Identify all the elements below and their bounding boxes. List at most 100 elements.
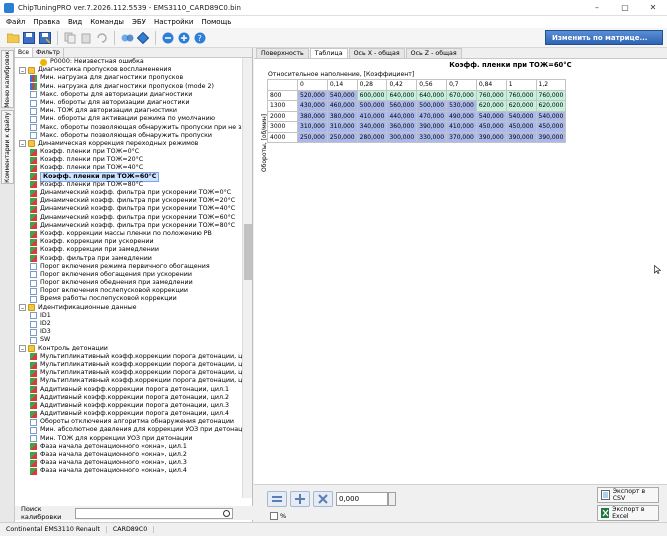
collapse-toggle-icon[interactable]: – xyxy=(19,66,26,75)
map-cell[interactable]: 380,000 xyxy=(297,110,328,122)
export-csv-button[interactable]: Экспорт в CSV xyxy=(597,487,659,503)
tree-group[interactable]: – Контроль детонации xyxy=(15,345,242,353)
map-cell[interactable]: 760,000 xyxy=(535,89,567,101)
tree-item[interactable]: Мин. абсолютное давления для коррекции У… xyxy=(15,426,242,435)
map-cell[interactable]: 540,000 xyxy=(535,110,567,122)
tree-group[interactable]: – Диагностика пропусков воспламенения xyxy=(15,66,242,75)
map-cell[interactable]: 360,000 xyxy=(386,121,418,133)
tree-item[interactable]: Динамический коэфф. фильтра при ускорени… xyxy=(15,222,242,230)
menu-commands[interactable]: Команды xyxy=(86,18,128,26)
map-cell[interactable]: 560,000 xyxy=(386,100,418,112)
tree-item[interactable]: Коэфф. коррекции при замедлении xyxy=(15,246,242,254)
map-cell[interactable]: 390,000 xyxy=(475,131,507,143)
tree-item[interactable]: Мин. нагрузка для диагностики пропусков xyxy=(15,74,242,82)
map-cell[interactable]: 330,000 xyxy=(416,131,448,143)
tree-item[interactable]: Аддитивный коэфф.коррекции порога детона… xyxy=(15,394,242,402)
collapse-toggle-icon[interactable]: – xyxy=(19,140,26,148)
map-cell[interactable]: 640,000 xyxy=(416,89,448,101)
tree-item[interactable]: P0000: Неизвестная ошибка xyxy=(15,58,242,66)
map-cell[interactable]: 600,000 xyxy=(356,89,388,101)
map-cell[interactable]: 370,000 xyxy=(446,131,477,143)
map-cell[interactable]: 380,000 xyxy=(326,110,358,122)
menu-ecu[interactable]: ЭБУ xyxy=(128,18,150,26)
map-cell[interactable]: 470,000 xyxy=(416,110,448,122)
map-cell[interactable]: 670,000 xyxy=(446,89,477,101)
map-cell[interactable]: 760,000 xyxy=(505,89,537,101)
tree-item[interactable]: Коэфф. коррекции массы пленки по положен… xyxy=(15,230,242,238)
tree-item[interactable]: Мин. обороты для авторизации диагностики xyxy=(15,99,242,107)
tree-item[interactable]: Мультипликативный коэфф.коррекции порога… xyxy=(15,353,242,361)
paste-icon[interactable] xyxy=(79,31,93,45)
tab-surface[interactable]: Поверхность xyxy=(256,48,309,58)
y-axis-header[interactable]: 4000 xyxy=(267,131,298,143)
collapse-toggle-icon[interactable]: – xyxy=(19,345,26,353)
copy-icon[interactable] xyxy=(63,31,77,45)
menu-settings[interactable]: Настройки xyxy=(150,18,198,26)
x-axis-header[interactable]: 1 xyxy=(505,79,537,91)
map-cell[interactable]: 490,000 xyxy=(446,110,477,122)
map-cell[interactable]: 430,000 xyxy=(297,100,328,112)
percent-checkbox[interactable] xyxy=(270,512,278,520)
map-cell[interactable]: 390,000 xyxy=(416,121,448,133)
map-cell[interactable]: 280,000 xyxy=(356,131,388,143)
tree-item[interactable]: Динамический коэфф. фильтра при ускорени… xyxy=(15,189,242,197)
tab-axis-z[interactable]: Ось Z - общая xyxy=(405,48,462,58)
map-cell[interactable]: 520,000 xyxy=(297,89,328,101)
maximize-button[interactable]: ▢ xyxy=(611,0,639,16)
x-axis-header[interactable]: 0 xyxy=(297,79,328,91)
collapse-toggle-icon[interactable]: – xyxy=(19,304,26,312)
map-cell[interactable]: 620,000 xyxy=(535,100,567,112)
map-cell[interactable]: 250,000 xyxy=(297,131,328,143)
search-icon[interactable] xyxy=(223,509,230,517)
map-cell[interactable]: 760,000 xyxy=(475,89,507,101)
tree-item[interactable]: Макс. обороты позволяющая обнаружить про… xyxy=(15,124,242,132)
map-cell[interactable]: 540,000 xyxy=(326,89,358,101)
menu-view[interactable]: Вид xyxy=(64,18,86,26)
checksum-icon[interactable] xyxy=(136,31,150,45)
open-folder-icon[interactable] xyxy=(6,31,20,45)
map-cell[interactable]: 390,000 xyxy=(505,131,537,143)
map-cell[interactable]: 450,000 xyxy=(505,121,537,133)
x-axis-header[interactable]: 0,56 xyxy=(416,79,448,91)
tree-item[interactable]: Мин. обороты для активации режима по умо… xyxy=(15,115,242,123)
y-axis-header[interactable]: 800 xyxy=(267,89,298,101)
compare-icon[interactable] xyxy=(120,31,134,45)
x-axis-header[interactable]: 0,28 xyxy=(356,79,388,91)
help-icon[interactable]: ? xyxy=(193,31,207,45)
map-cell[interactable]: 250,000 xyxy=(326,131,358,143)
menu-file[interactable]: Файл xyxy=(2,18,29,26)
tree-item[interactable]: Мин. нагрузка для диагностики пропусков … xyxy=(15,83,242,91)
export-excel-button[interactable]: Экспорт в Excel xyxy=(597,505,659,521)
menu-edit[interactable]: Правка xyxy=(29,18,64,26)
x-axis-header[interactable]: 0,7 xyxy=(446,79,477,91)
map-cell[interactable]: 450,000 xyxy=(475,121,507,133)
map-cell[interactable]: 540,000 xyxy=(475,110,507,122)
tree-scrollbar-thumb[interactable] xyxy=(244,224,252,280)
tree-item[interactable]: Фаза начала детонационного «окна», цил.4 xyxy=(15,467,242,475)
x-axis-header[interactable]: 0,84 xyxy=(475,79,507,91)
map-cell[interactable]: 340,000 xyxy=(356,121,388,133)
tree-item[interactable]: Время работы послепусковой коррекции xyxy=(15,295,242,304)
save-as-icon[interactable] xyxy=(38,31,52,45)
map-cell[interactable]: 500,000 xyxy=(356,100,388,112)
x-axis-header[interactable]: 1,2 xyxy=(535,79,567,91)
search-input[interactable] xyxy=(75,507,233,519)
tree-group[interactable]: – Динамическая коррекция переходных режим… xyxy=(15,140,242,148)
map-cell[interactable]: 310,000 xyxy=(297,121,328,133)
tree-item[interactable]: Динамический коэфф. фильтра при ускорени… xyxy=(15,205,242,213)
save-icon[interactable] xyxy=(22,31,36,45)
tree-item[interactable]: Макс. обороты позволяющая обнаружить про… xyxy=(15,132,242,140)
value-spinner[interactable] xyxy=(388,492,396,506)
tree-item[interactable]: ID1 xyxy=(15,312,242,320)
close-button[interactable]: ✕ xyxy=(639,0,667,16)
tree-group[interactable]: – Идентификационные данные xyxy=(15,304,242,312)
map-cell[interactable]: 640,000 xyxy=(386,89,418,101)
map-cell[interactable]: 300,000 xyxy=(386,131,418,143)
tree-item[interactable]: Порог включения обогащения при ускорении xyxy=(15,271,242,279)
map-cell[interactable]: 530,000 xyxy=(446,100,477,112)
tree-item[interactable]: Макс. обороты для авторизации диагностик… xyxy=(15,91,242,99)
x-axis-header[interactable]: 0,42 xyxy=(386,79,418,91)
set-value-button[interactable] xyxy=(267,491,287,507)
tree-item[interactable]: Мультипликативный коэфф.коррекции порога… xyxy=(15,361,242,369)
tree-item[interactable]: Аддитивный коэфф.коррекции порога детона… xyxy=(15,386,242,394)
